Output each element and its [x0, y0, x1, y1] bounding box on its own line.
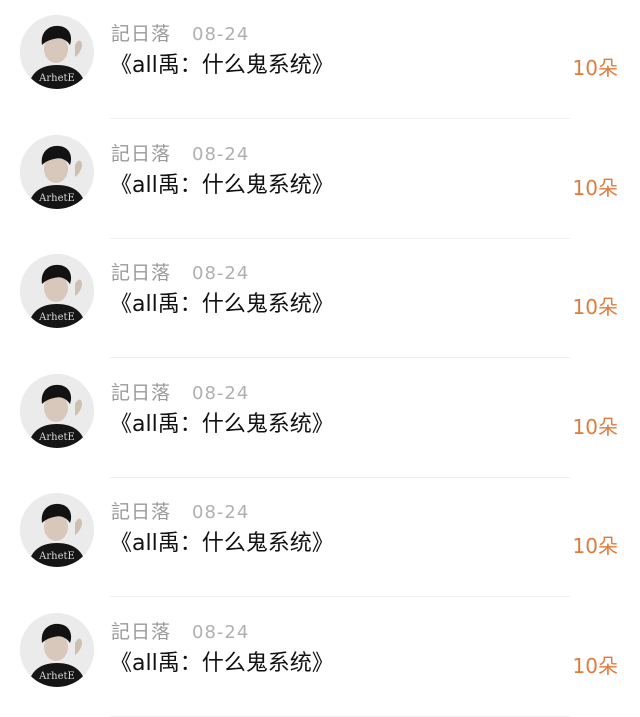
svg-text:ArhetE: ArhetE [38, 193, 75, 204]
svg-text:ArhetE: ArhetE [38, 671, 75, 682]
timestamp: 08-24 [192, 502, 250, 523]
gift-count: 10朵 [572, 295, 618, 319]
list-item[interactable]: ArhetE 記日落 08-24 《all禹：什么鬼系统》 10朵 [0, 120, 640, 239]
username[interactable]: 記日落 [111, 22, 171, 46]
gift-count: 10朵 [572, 653, 618, 678]
avatar[interactable]: ArhetE [20, 493, 94, 567]
timestamp: 08-24 [192, 382, 250, 404]
timestamp: 08-24 [192, 143, 250, 165]
timestamp: 08-24 [192, 621, 250, 643]
gift-count: 10朵 [572, 175, 618, 200]
content-title[interactable]: 《all禹：什么鬼系统》 [110, 171, 334, 201]
avatar-photo-icon: ArhetE [20, 15, 94, 89]
avatar[interactable]: ArhetE [20, 134, 94, 209]
svg-text:ArhetE: ArhetE [38, 73, 75, 84]
gift-count: 10朵 [572, 414, 618, 439]
avatar-photo-icon: ArhetE [20, 373, 94, 448]
svg-text:ArhetE: ArhetE [38, 432, 75, 443]
avatar[interactable]: ArhetE [20, 373, 94, 448]
username[interactable]: 記日落 [111, 261, 171, 285]
list-item[interactable]: ArhetE 記日落 08-24 《all禹：什么鬼系统》 10朵 [0, 239, 640, 358]
username[interactable]: 記日落 [111, 142, 171, 166]
list-item[interactable]: ArhetE 記日落 08-24 《all禹：什么鬼系统》 10朵 [0, 598, 640, 717]
avatar-photo-icon: ArhetE [20, 134, 94, 209]
username[interactable]: 記日落 [111, 500, 171, 524]
content-title[interactable]: 《all禹：什么鬼系统》 [110, 290, 334, 320]
list-item[interactable]: ArhetE 記日落 08-24 《all禹：什么鬼系统》 10朵 [0, 0, 640, 119]
username[interactable]: 記日落 [111, 381, 171, 405]
divider [110, 715, 570, 717]
content-title[interactable]: 《all禹：什么鬼系统》 [110, 649, 334, 679]
list-item[interactable]: ArhetE 記日落 08-24 《all禹：什么鬼系统》 10朵 [0, 478, 640, 597]
avatar-photo-icon: ArhetE [20, 493, 94, 567]
avatar-photo-icon: ArhetE [20, 254, 94, 328]
timestamp: 08-24 [192, 24, 250, 45]
content-title[interactable]: 《all禹：什么鬼系统》 [110, 410, 334, 440]
gift-count: 10朵 [572, 56, 618, 80]
avatar[interactable]: ArhetE [20, 612, 94, 687]
svg-text:ArhetE: ArhetE [38, 312, 75, 323]
gift-count: 10朵 [572, 534, 618, 558]
avatar[interactable]: ArhetE [20, 254, 94, 328]
list-item[interactable]: ArhetE 記日落 08-24 《all禹：什么鬼系统》 10朵 [0, 359, 640, 478]
message-list: ArhetE 記日落 08-24 《all禹：什么鬼系统》 10朵 ArhetE… [0, 0, 640, 717]
username[interactable]: 記日落 [111, 620, 171, 644]
content-title[interactable]: 《all禹：什么鬼系统》 [110, 529, 334, 559]
avatar[interactable]: ArhetE [20, 15, 94, 89]
timestamp: 08-24 [192, 263, 250, 284]
svg-text:ArhetE: ArhetE [38, 551, 75, 562]
content-title[interactable]: 《all禹：什么鬼系统》 [110, 51, 334, 81]
avatar-photo-icon: ArhetE [20, 612, 94, 687]
